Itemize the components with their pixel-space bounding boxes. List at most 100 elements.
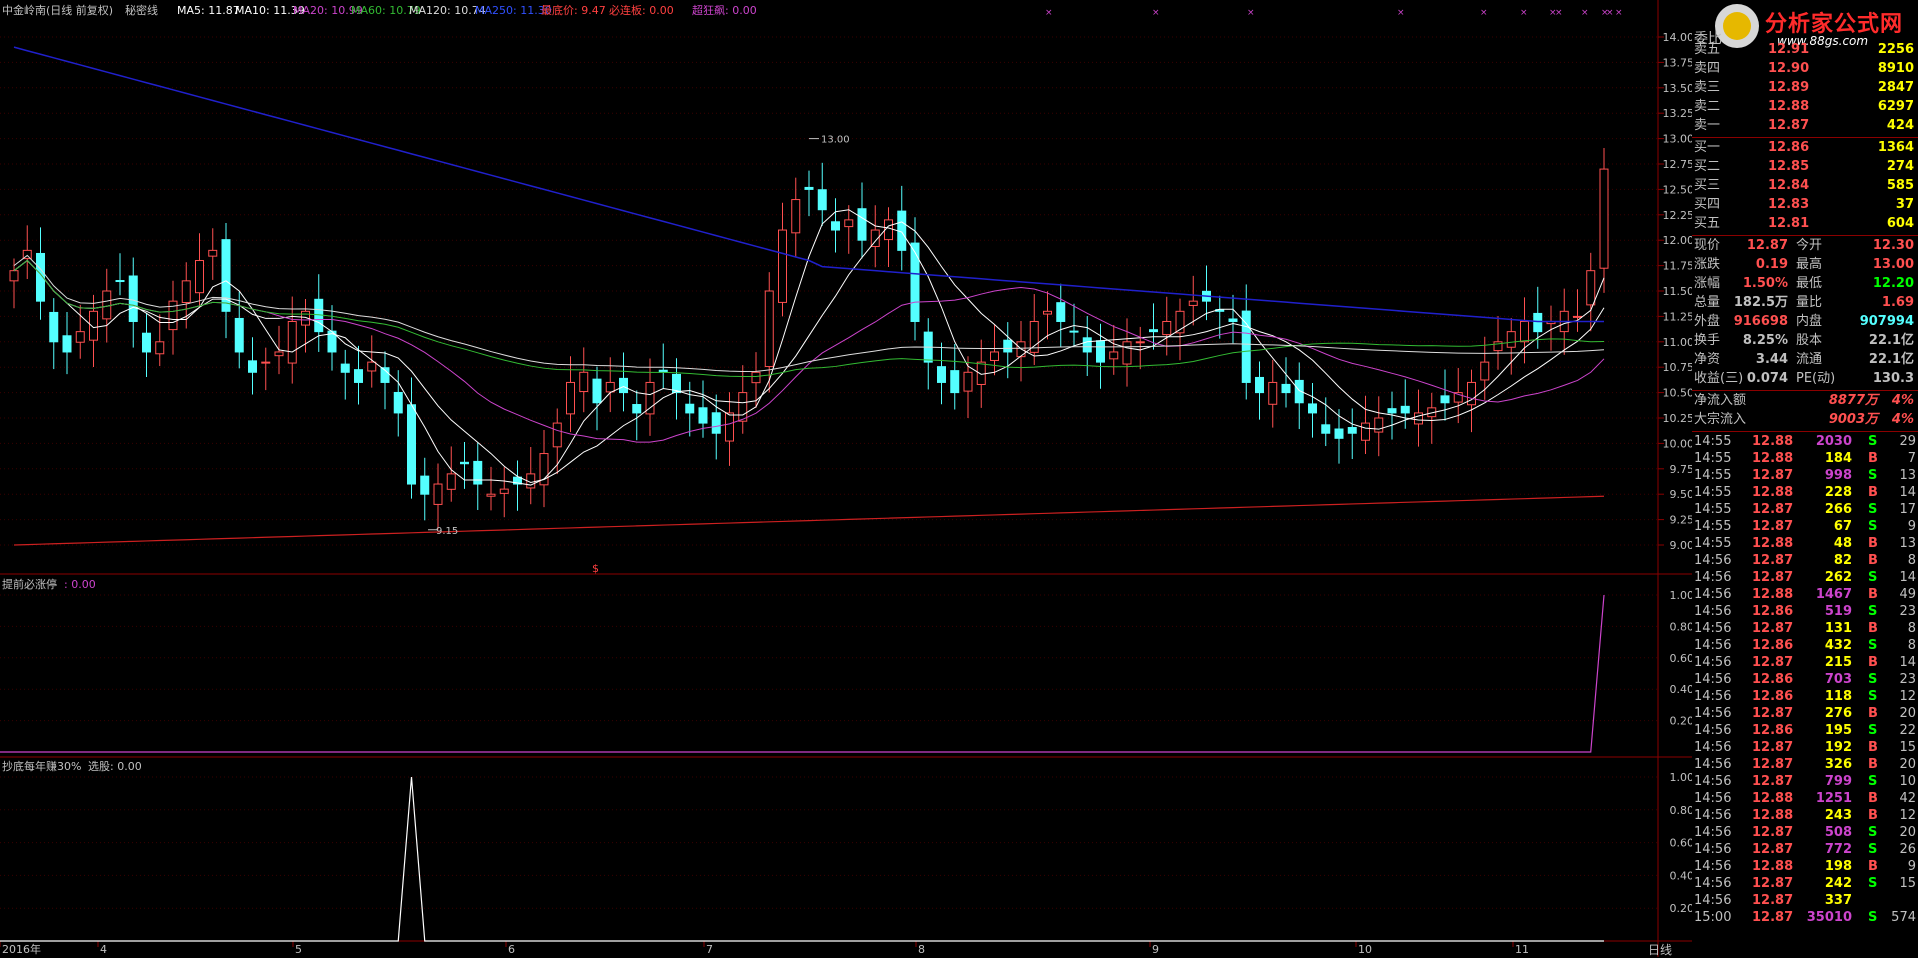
trade-count: 23 [1899, 672, 1916, 687]
price-tick: 12.75 [1663, 158, 1693, 171]
sub2-tick: 0.80 [1670, 804, 1693, 817]
trade-price: 12.87 [1752, 757, 1794, 772]
trade-time: 14:56 [1694, 706, 1732, 721]
trade-row: 14:56 12.87 215 B 14 [1692, 654, 1918, 671]
sell-row[interactable]: 卖五 12.91 2256 [1692, 41, 1918, 58]
stat-label: 换手 [1694, 333, 1721, 348]
book-label: 卖一 [1694, 118, 1721, 133]
stat-value: 3.44 [1755, 352, 1788, 367]
book-volume: 424 [1886, 118, 1914, 133]
stats-row: 收益(三) 0.074 PE(动) 130.3 [1692, 370, 1918, 387]
buy-row[interactable]: 买二 12.85 274 [1692, 158, 1918, 175]
kline-chart[interactable]: 14.00 13.75 13.50 13.25 13.00 12.75 12.50 12.25… [0, 0, 1692, 957]
trade-price: 12.87 [1752, 468, 1794, 483]
dollar-marker: $ [592, 562, 599, 575]
high-label: 13.00 [821, 135, 850, 146]
buy-row[interactable]: 买三 12.84 585 [1692, 177, 1918, 194]
trade-price: 12.88 [1752, 859, 1794, 874]
buy-row[interactable]: 买一 12.86 1364 [1692, 139, 1918, 156]
trade-count: 13 [1899, 536, 1916, 551]
trade-time: 14:55 [1694, 434, 1732, 449]
signal-marker: × [1045, 8, 1053, 18]
trade-row: 14:55 12.88 2030 S 29 [1692, 433, 1918, 450]
period-tab[interactable]: 日线 [1648, 941, 1672, 958]
stats-row: 外盘 916698 内盘 907994 [1692, 313, 1918, 330]
candle-body [976, 361, 986, 385]
candle-body [698, 407, 708, 424]
sell-row[interactable]: 卖一 12.87 424 [1692, 117, 1918, 134]
trade-side: B [1868, 655, 1878, 670]
trade-side: S [1868, 570, 1878, 585]
trade-time: 14:56 [1694, 893, 1732, 908]
candle-body [1599, 168, 1609, 269]
trade-price: 12.87 [1752, 740, 1794, 755]
trade-row: 14:56 12.87 799 S 10 [1692, 773, 1918, 790]
trade-side: B [1868, 740, 1878, 755]
candle-body [195, 260, 204, 294]
trade-side: S [1868, 723, 1878, 738]
trade-row: 15:00 12.87 35010 S 574 [1692, 909, 1918, 926]
trade-count: 12 [1899, 808, 1916, 823]
trade-price: 12.87 [1752, 774, 1794, 789]
stat-value: 0.074 [1746, 371, 1788, 386]
trade-count: 8 [1907, 553, 1916, 568]
trade-price: 12.87 [1752, 519, 1794, 534]
trade-side: B [1868, 808, 1878, 823]
trade-time: 14:56 [1694, 689, 1732, 704]
sell-row[interactable]: 卖三 12.89 2847 [1692, 79, 1918, 96]
candle-body [844, 219, 854, 228]
trade-row: 14:56 12.87 276 B 20 [1692, 705, 1918, 722]
trade-row: 14:56 12.87 82 B 8 [1692, 552, 1918, 569]
candle-body [738, 392, 748, 422]
candle-body [778, 229, 787, 303]
trade-count: 12 [1899, 689, 1916, 704]
trade-volume: 184 [1824, 451, 1852, 466]
candle-body [62, 335, 72, 353]
candle-body [910, 242, 920, 322]
sell-row[interactable]: 卖四 12.90 8910 [1692, 60, 1918, 77]
sell-row[interactable]: 卖二 12.88 6297 [1692, 98, 1918, 115]
candle-body [1149, 329, 1158, 333]
signal-marker: × [1480, 8, 1488, 18]
buy-row[interactable]: 买四 12.83 37 [1692, 196, 1918, 213]
trade-volume: 243 [1824, 808, 1852, 823]
sub1-label: 提前必涨停 [2, 577, 57, 591]
trade-count: 23 [1899, 604, 1916, 619]
signal-marker: × [1520, 8, 1528, 18]
candle-body [950, 370, 960, 394]
book-volume: 2847 [1877, 80, 1914, 95]
candle-body [1135, 341, 1145, 344]
candle-body [1162, 320, 1172, 336]
trade-count: 13 [1899, 468, 1916, 483]
trade-count: 20 [1899, 757, 1916, 772]
buy-row[interactable]: 买五 12.81 604 [1692, 215, 1918, 232]
book-price: 12.89 [1768, 80, 1810, 95]
book-label: 卖五 [1694, 42, 1721, 57]
candle-body [1480, 361, 1490, 381]
book-label: 买三 [1694, 178, 1721, 193]
x-axis-label: 9 [1152, 943, 1159, 956]
stat-value: 22.1亿 [1868, 333, 1914, 348]
book-price: 12.81 [1768, 216, 1810, 231]
trade-row: 14:56 12.87 242 S 15 [1692, 875, 1918, 892]
candle-body [367, 361, 377, 372]
trade-volume: 1467 [1815, 587, 1852, 602]
price-tick: 10.25 [1663, 412, 1693, 425]
candle-body [181, 280, 191, 303]
trade-volume: 772 [1824, 842, 1852, 857]
sub1-value: : 0.00 [64, 578, 96, 591]
trade-time: 14:56 [1694, 604, 1732, 619]
candle-body [1573, 315, 1582, 318]
trade-count: 29 [1899, 434, 1916, 449]
trade-price: 12.88 [1752, 536, 1794, 551]
candle-body [1069, 330, 1079, 333]
stats-row: 换手 8.25% 股本 22.1亿 [1692, 332, 1918, 349]
trade-time: 14:55 [1694, 519, 1732, 534]
trade-side: B [1868, 587, 1878, 602]
trade-count: 8 [1907, 638, 1916, 653]
price-tick: 9.75 [1670, 463, 1693, 476]
candle-body [1334, 428, 1344, 439]
trade-row: 14:56 12.88 198 B 9 [1692, 858, 1918, 875]
candle-body [274, 351, 284, 357]
trade-count: 22 [1899, 723, 1916, 738]
